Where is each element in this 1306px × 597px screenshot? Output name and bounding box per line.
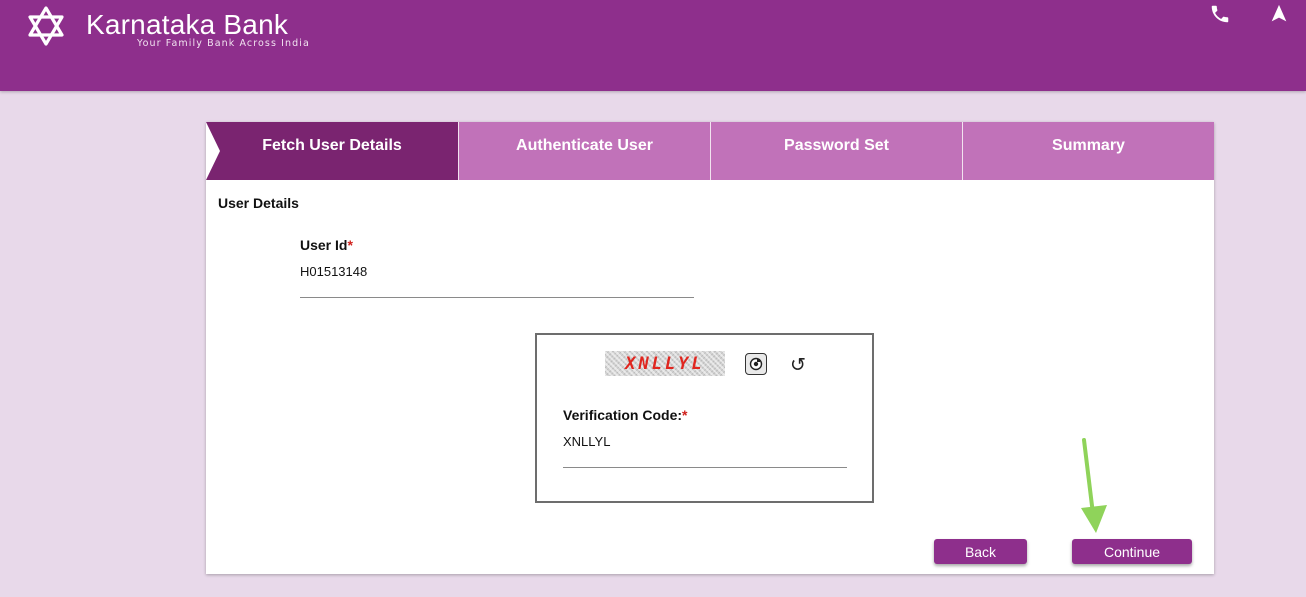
required-mark: *	[347, 237, 353, 253]
refresh-icon[interactable]: ↺	[787, 354, 809, 376]
section-title: User Details	[218, 195, 299, 211]
step-fetch-user-details[interactable]: Fetch User Details	[206, 122, 458, 180]
progress-steps: Fetch User Details Authenticate User Pas…	[206, 122, 1214, 180]
registration-card: Fetch User Details Authenticate User Pas…	[206, 122, 1214, 574]
step-authenticate-user[interactable]: Authenticate User	[458, 122, 710, 180]
step-label: Password Set	[784, 137, 889, 154]
captcha-image: XNLLYL	[605, 351, 725, 376]
navigation-arrow-icon[interactable]	[1268, 3, 1290, 25]
audio-captcha-icon	[749, 357, 763, 371]
step-label: Summary	[1052, 137, 1125, 154]
brand-tagline: Your Family Bank Across India	[137, 38, 310, 49]
verification-code-label-text: Verification Code:	[563, 407, 683, 423]
captcha-panel: XNLLYL ↺ Verification Code:*	[535, 333, 874, 503]
step-label: Fetch User Details	[262, 137, 402, 154]
audio-captcha-button[interactable]	[745, 353, 767, 375]
user-id-input[interactable]	[300, 262, 694, 298]
phone-icon[interactable]	[1209, 3, 1231, 25]
app-header: Karnataka Bank Your Family Bank Across I…	[0, 0, 1306, 91]
brand-name: Karnataka Bank	[86, 9, 289, 40]
verification-code-label: Verification Code:*	[563, 407, 687, 423]
continue-button[interactable]: Continue	[1072, 539, 1192, 564]
back-button[interactable]: Back	[934, 539, 1027, 564]
annotation-arrow-icon	[1081, 438, 1107, 533]
verification-code-input[interactable]	[563, 431, 847, 468]
step-summary[interactable]: Summary	[962, 122, 1214, 180]
user-id-label-text: User Id	[300, 237, 348, 253]
step-password-set[interactable]: Password Set	[710, 122, 962, 180]
step-label: Authenticate User	[516, 137, 653, 154]
star-of-david-logo-icon	[28, 6, 64, 46]
user-id-label: User Id*	[300, 237, 353, 253]
required-mark: *	[682, 407, 688, 423]
